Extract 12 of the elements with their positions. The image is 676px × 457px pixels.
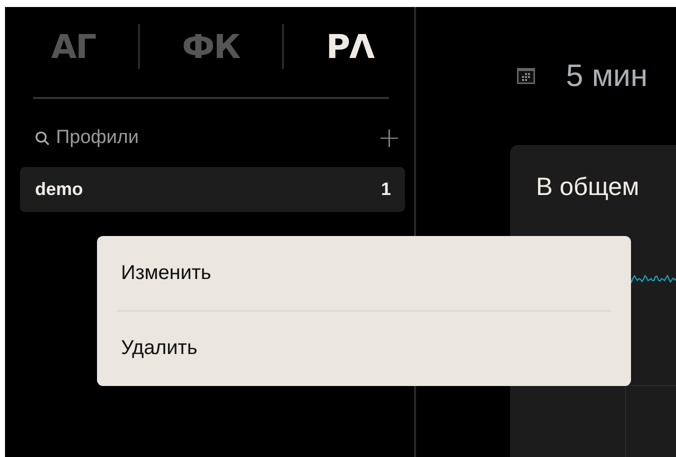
brand-tab[interactable]: РΛ [326, 26, 374, 66]
menu-item[interactable]: Изменить [121, 241, 611, 306]
profile-name: demo [35, 179, 84, 200]
calendar-icon[interactable] [516, 67, 536, 85]
card-title: В общем [535, 172, 640, 202]
add-button[interactable]: + [374, 124, 405, 152]
menu-item[interactable]: Удалить [121, 316, 611, 381]
search-field[interactable]: Профили [56, 127, 256, 149]
time-range-label[interactable]: 5 мин [566, 58, 648, 94]
search-icon [35, 130, 50, 146]
profile-count: 1 [380, 179, 391, 200]
profile-item[interactable]: demo 1 [20, 167, 405, 212]
